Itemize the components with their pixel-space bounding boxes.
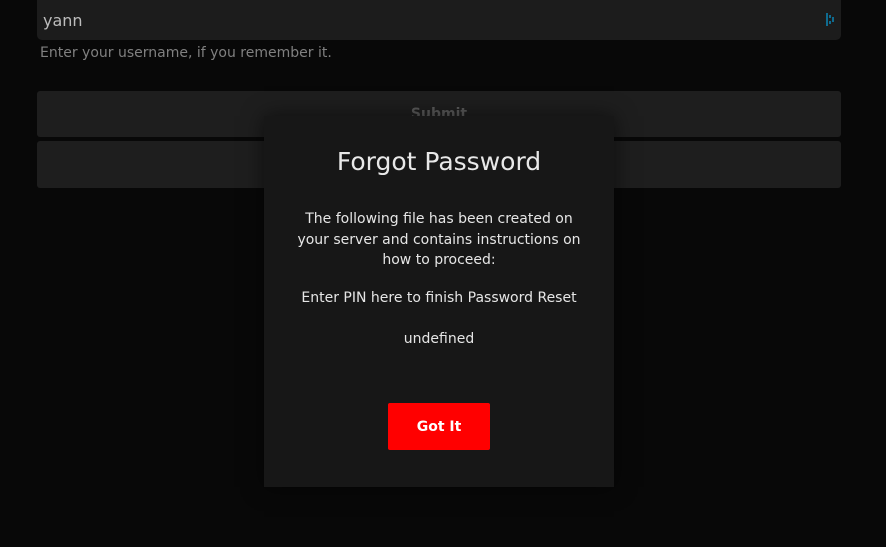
dialog-message: The following file has been created on y… <box>297 211 581 268</box>
username-helper-text: Enter your username, if you remember it. <box>40 45 332 61</box>
username-field-container <box>37 0 841 40</box>
forgot-password-page: Enter your username, if you remember it.… <box>0 0 886 547</box>
password-manager-key-icon[interactable] <box>826 13 835 26</box>
pin-value-text: undefined <box>403 331 475 347</box>
forgot-password-dialog: Forgot Password The following file has b… <box>264 116 614 487</box>
got-it-button[interactable]: Got It <box>388 403 490 450</box>
dialog-title: Forgot Password <box>336 147 542 176</box>
username-input[interactable] <box>37 0 817 40</box>
pin-instruction-text: Enter PIN here to finish Password Reset <box>301 290 577 306</box>
